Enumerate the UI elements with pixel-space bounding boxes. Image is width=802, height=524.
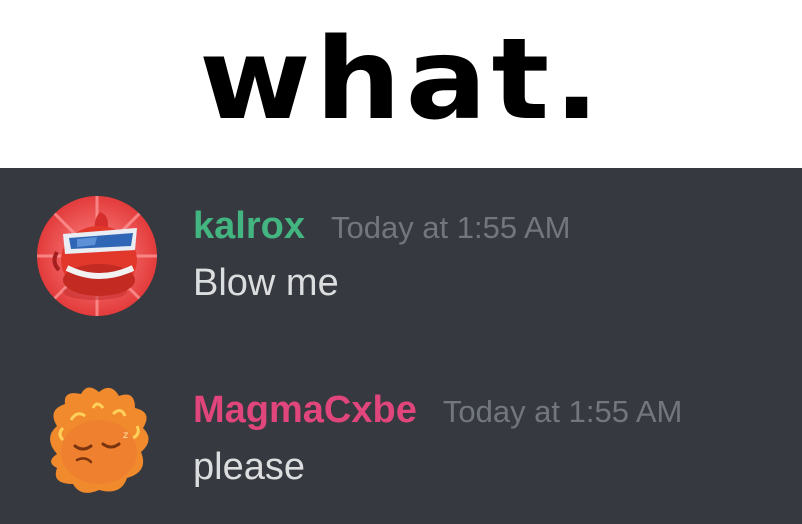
fire-creature-avatar-icon[interactable]: z xyxy=(37,380,157,500)
meme-caption: what. xyxy=(0,0,802,168)
message-content: Blow me xyxy=(193,262,339,304)
message-header: kalrox Today at 1:55 AM xyxy=(193,204,571,248)
chat-panel: kalrox Today at 1:55 AM Blow me z MagmaC… xyxy=(0,168,802,524)
message-content: please xyxy=(193,446,305,488)
red-robot-avatar-icon[interactable] xyxy=(37,196,157,316)
username[interactable]: MagmaCxbe xyxy=(193,388,417,432)
svg-text:z: z xyxy=(123,430,128,441)
timestamp: Today at 1:55 AM xyxy=(442,394,683,429)
username[interactable]: kalrox xyxy=(193,204,305,248)
message-header: MagmaCxbe Today at 1:55 AM xyxy=(193,388,682,432)
caption-text: what. xyxy=(198,15,604,145)
timestamp: Today at 1:55 AM xyxy=(330,210,571,245)
